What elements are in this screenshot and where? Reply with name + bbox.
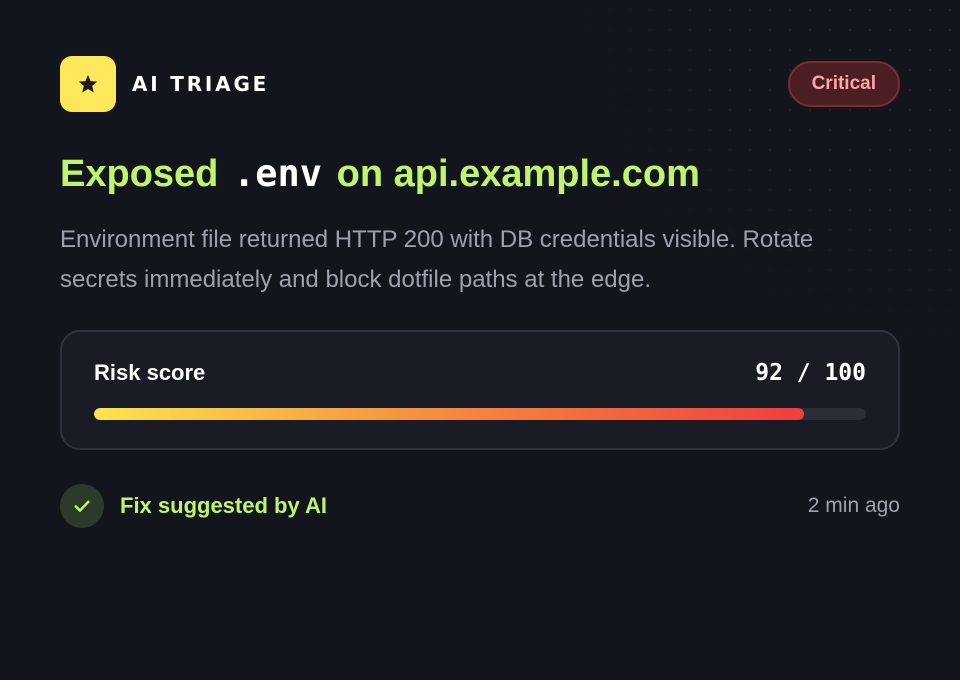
title-prefix: Exposed: [60, 153, 219, 195]
fix-label: Fix suggested by AI: [120, 493, 328, 518]
risk-value: 92 / 100: [755, 360, 866, 386]
fix-status-indicator: [60, 484, 104, 528]
risk-progress-fill: [94, 408, 805, 420]
fix-status: Fix suggested by AI: [60, 484, 327, 528]
title-code: .env: [232, 152, 323, 195]
risk-progress-track: [94, 408, 866, 420]
timestamp: 2 min ago: [807, 494, 900, 517]
risk-label: Risk score: [94, 360, 206, 385]
card-footer: Fix suggested by AI 2 min ago: [60, 484, 900, 528]
brand-logo: [60, 56, 116, 112]
risk-score-panel: Risk score 92 / 100: [60, 330, 900, 450]
card-header: AI TRIAGE Critical: [60, 56, 900, 112]
page-title: Exposed .env on api.example.com: [60, 148, 900, 200]
finding-description: Environment file returned HTTP 200 with …: [60, 226, 814, 293]
title-suffix: on api.example.com: [336, 153, 700, 195]
triage-card: AI TRIAGE Critical Exposed .env on api.e…: [60, 56, 900, 528]
star-icon: [78, 75, 98, 93]
brand: AI TRIAGE: [60, 56, 269, 112]
check-icon: [74, 500, 90, 512]
severity-badge: Critical: [787, 61, 900, 107]
brand-label: AI TRIAGE: [132, 72, 270, 96]
risk-header: Risk score 92 / 100: [94, 358, 866, 388]
